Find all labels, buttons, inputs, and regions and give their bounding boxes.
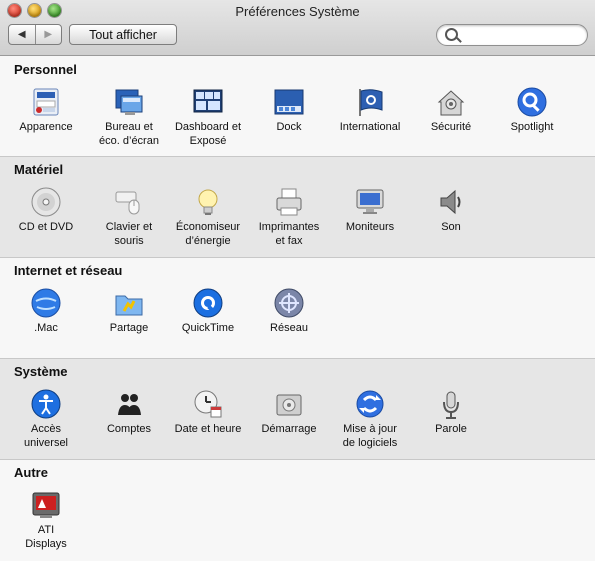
section-systeme: Système Accès universel Comptes Date et … [0,358,595,459]
section-personnel: Personnel Apparence Bureau et éco. d’écr… [0,56,595,156]
pref-item-label: Dock [276,121,302,133]
speech-microphone-icon [435,388,467,420]
pref-item-label: QuickTime [181,322,235,334]
pref-item-label: Moniteurs [345,221,395,233]
ati-displays-icon [30,489,62,521]
quicktime-icon [192,287,224,319]
startup-disk-icon [273,388,305,420]
pref-item-label: Partage [109,322,149,334]
cd-dvd-icon [30,186,62,218]
security-house-icon [435,86,467,118]
desktop-screensaver-icon [113,86,145,118]
back-button[interactable]: ◀ [9,25,35,44]
pref-item-label: International [339,121,401,133]
pref-item-spotlight[interactable]: Spotlight [492,86,572,134]
pref-item-desktop-screensaver[interactable]: Bureau et éco. d’écran [89,86,169,148]
search-icon [445,28,458,41]
pref-item-universal-access[interactable]: Accès universel [6,388,86,450]
pref-item-label: Sécurité [430,121,472,133]
search-field[interactable] [436,24,588,46]
pref-item-label: Imprimantes et fax [258,221,320,247]
pref-item-speech[interactable]: Parole [411,388,491,436]
section-autre: Autre ATI Displays [0,459,595,561]
accounts-icon [113,388,145,420]
pref-item-ati-displays[interactable]: ATI Displays [6,489,86,551]
section-title: Système [14,364,68,379]
network-globe-icon [273,287,305,319]
pref-item-date-time[interactable]: Date et heure [168,388,248,436]
section-divider [0,459,595,460]
pref-item-label: CD et DVD [18,221,74,233]
section-materiel: Matériel CD et DVD Clavier et souris Éco… [0,156,595,257]
section-title: Autre [14,465,48,480]
section-divider [0,156,595,157]
pref-item-label: Date et heure [174,423,242,435]
dock-icon [273,86,305,118]
printer-fax-icon [273,186,305,218]
date-time-clock-icon [192,388,224,420]
section-title: Internet et réseau [14,263,123,278]
pref-item-dock[interactable]: Dock [249,86,329,134]
pref-item-dashboard-expose[interactable]: Dashboard et Exposé [168,86,248,148]
pref-item-international[interactable]: International [330,86,410,134]
toolbar: Préférences Système ◀ ▶ Tout afficher [0,0,595,56]
pref-item-label: Parole [435,423,467,435]
pref-item-label: Bureau et éco. d’écran [99,121,159,147]
pref-item-label: Mise à jour de logiciels [342,423,398,449]
energy-saver-bulb-icon [192,186,224,218]
pref-item-label: Comptes [106,423,152,435]
pref-item-label: Démarrage [261,423,317,435]
pref-item-label: Dashboard et Exposé [174,121,242,147]
pref-item-label: Économiseur d’énergie [175,221,241,247]
pref-item-label: .Mac [34,322,58,334]
section-divider [0,257,595,258]
sharing-folder-icon [113,287,145,319]
window-title: Préférences Système [235,4,360,19]
pref-item-label: Spotlight [510,121,554,133]
pref-item-label: Clavier et souris [105,221,153,247]
pref-item-network[interactable]: Réseau [249,287,329,335]
pref-item-software-update[interactable]: Mise à jour de logiciels [330,388,410,450]
pref-item-energy-saver[interactable]: Économiseur d’énergie [168,186,248,248]
pref-item-monitors[interactable]: Moniteurs [330,186,410,234]
section-title: Personnel [14,62,77,77]
pref-item-accounts[interactable]: Comptes [89,388,169,436]
spotlight-icon [516,86,548,118]
system-preferences-window: Préférences Système ◀ ▶ Tout afficher Pe… [0,0,595,561]
pref-item-quicktime[interactable]: QuickTime [168,287,248,335]
pref-item-label: Accès universel [23,423,69,449]
pref-item-dotmac[interactable]: .Mac [6,287,86,335]
appearance-icon [30,86,62,118]
keyboard-mouse-icon [113,186,145,218]
pref-item-label: Apparence [19,121,73,133]
speaker-icon [435,186,467,218]
pref-item-label: ATI Displays [25,524,67,550]
forward-button[interactable]: ▶ [34,25,62,44]
pref-item-security[interactable]: Sécurité [411,86,491,134]
section-title: Matériel [14,162,64,177]
search-input[interactable] [461,27,583,45]
section-internet-reseau: Internet et réseau .Mac Partage QuickTim… [0,257,595,358]
pref-item-printer-fax[interactable]: Imprimantes et fax [249,186,329,248]
section-divider [0,358,595,359]
pref-item-sound[interactable]: Son [411,186,491,234]
pref-item-startup-disk[interactable]: Démarrage [249,388,329,436]
international-flag-icon [354,86,386,118]
monitor-icon [354,186,386,218]
dashboard-expose-icon [192,86,224,118]
pref-item-appearance[interactable]: Apparence [6,86,86,134]
software-update-icon [354,388,386,420]
back-forward-control: ◀ ▶ [8,24,62,45]
pref-item-label: Réseau [270,322,308,334]
dotmac-globe-icon [30,287,62,319]
pref-item-keyboard-mouse[interactable]: Clavier et souris [89,186,169,248]
show-all-button[interactable]: Tout afficher [69,24,177,45]
pref-item-cd-dvd[interactable]: CD et DVD [6,186,86,234]
pref-item-label: Son [441,221,461,233]
pref-item-sharing[interactable]: Partage [89,287,169,335]
universal-access-icon [30,388,62,420]
